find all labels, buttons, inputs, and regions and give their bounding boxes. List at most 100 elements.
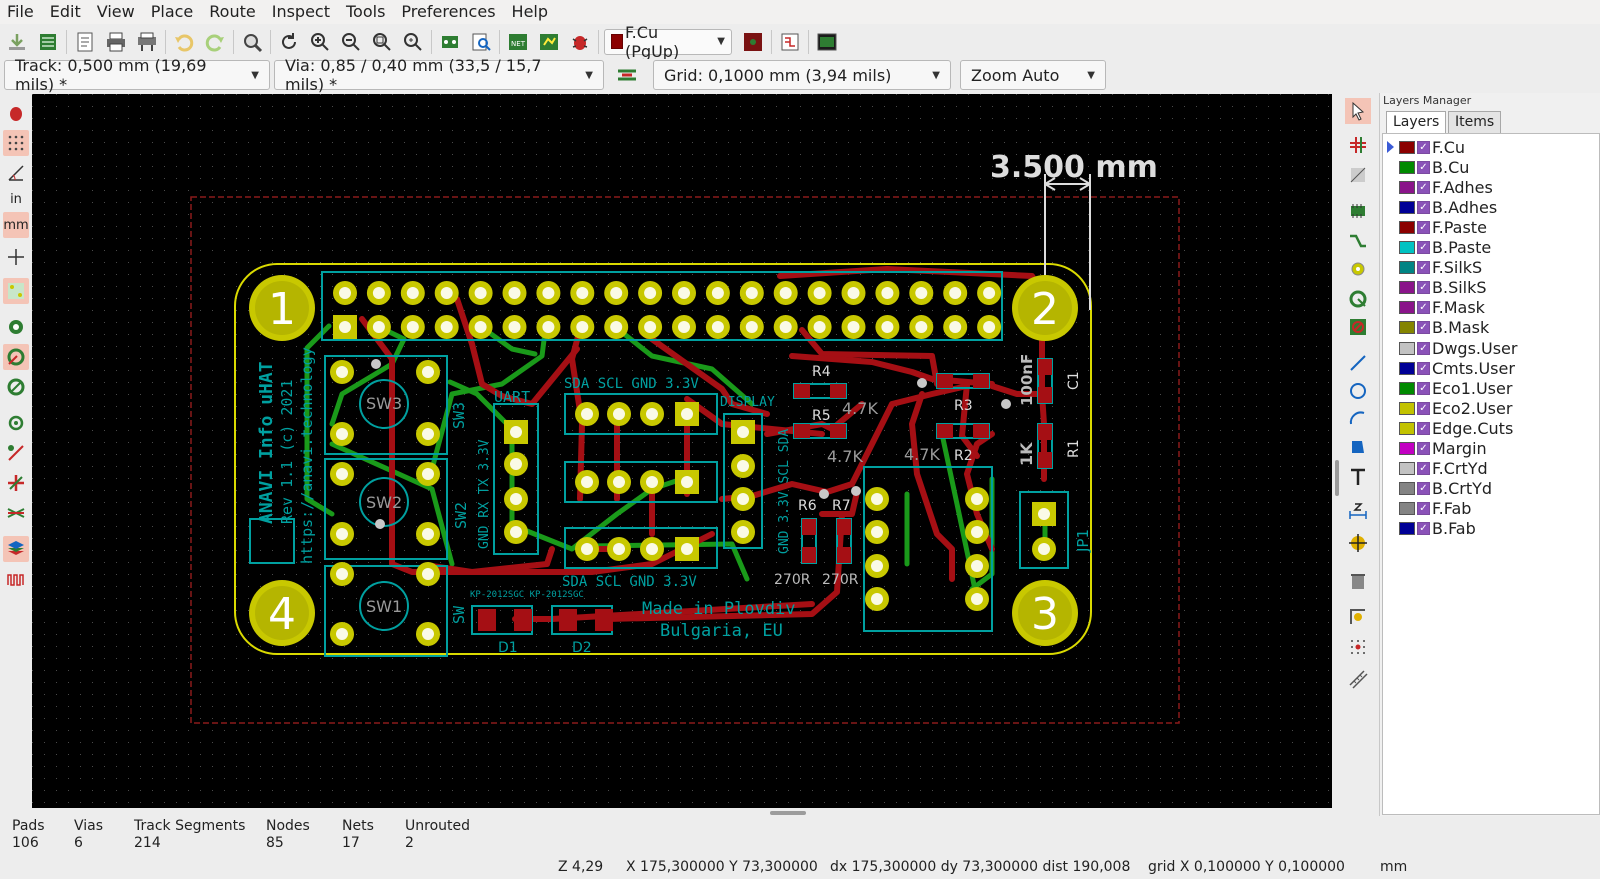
layer-color-swatch[interactable] [1399, 401, 1415, 415]
layer-row[interactable]: ✓ B.Paste [1383, 238, 1491, 258]
menu-edit[interactable]: Edit [43, 0, 90, 24]
menu-view[interactable]: View [90, 0, 144, 24]
menu-route[interactable]: Route [202, 0, 264, 24]
zone-outline-button[interactable] [3, 344, 29, 370]
layer-row[interactable]: ✓ B.Cu [1383, 157, 1469, 177]
print-button[interactable] [103, 29, 129, 55]
grid-select[interactable]: Grid: 0,1000 mm (3,94 mils) ▼ [653, 60, 951, 90]
layer-row[interactable]: ✓ B.Fab [1383, 519, 1476, 539]
layer-visibility-checkbox[interactable]: ✓ [1417, 180, 1430, 194]
zoom-select[interactable]: Zoom Auto ▼ [960, 60, 1106, 90]
layer-color-swatch[interactable] [1399, 442, 1415, 455]
menu-tools[interactable]: Tools [339, 0, 394, 24]
layer-row[interactable]: ✓ B.Mask [1383, 318, 1489, 338]
horizontal-scrollbar-grip[interactable] [770, 811, 806, 815]
add-dimension-button[interactable] [1345, 498, 1371, 524]
layer-visibility-checkbox[interactable]: ✓ [1417, 442, 1430, 455]
layer-visibility-checkbox[interactable]: ✓ [1417, 301, 1430, 315]
layer-row[interactable]: ✓ F.Adhes [1383, 177, 1493, 197]
layer-row[interactable]: ✓ F.CrtYd [1383, 459, 1488, 479]
layer-row[interactable]: ✓ B.CrtYd [1383, 479, 1492, 499]
add-target-button[interactable] [1345, 530, 1371, 556]
footprint-browser-button[interactable] [468, 29, 494, 55]
plot-button[interactable] [134, 29, 160, 55]
layer-color-swatch[interactable] [1399, 140, 1415, 154]
layer-color-swatch[interactable] [1399, 522, 1415, 536]
layer-visibility-checkbox[interactable]: ✓ [1417, 140, 1430, 154]
layer-color-swatch[interactable] [1399, 160, 1415, 174]
show-ratsnest-button[interactable] [3, 278, 29, 304]
add-text-button[interactable] [1345, 464, 1371, 490]
zone-fill-button[interactable] [3, 314, 29, 340]
measure-tool-button[interactable] [1345, 666, 1371, 692]
menu-file[interactable]: File [0, 0, 43, 24]
layer-color-swatch[interactable] [1399, 200, 1415, 214]
layer-color-swatch[interactable] [1399, 361, 1415, 375]
grid-origin-button[interactable] [1345, 634, 1371, 660]
find-button[interactable] [239, 29, 265, 55]
layer-visibility-checkbox[interactable]: ✓ [1417, 160, 1430, 174]
menu-help[interactable]: Help [505, 0, 557, 24]
netlist-button[interactable]: NET [505, 29, 531, 55]
draw-line-button[interactable] [1345, 350, 1371, 376]
highlight-net-button[interactable] [1345, 132, 1371, 158]
zoom-fit-button[interactable] [369, 29, 395, 55]
layer-color-swatch[interactable] [1399, 502, 1415, 516]
zone-ratsnest-button[interactable] [3, 374, 29, 400]
active-layer-select[interactable]: F.Cu (PgUp) ▼ [604, 23, 732, 61]
zoom-selection-button[interactable] [400, 29, 426, 55]
layer-color-swatch[interactable] [1399, 180, 1415, 194]
track-display-button[interactable] [3, 470, 29, 496]
layer-color-swatch[interactable] [1399, 220, 1415, 234]
zoom-in-button[interactable] [307, 29, 333, 55]
auto-track-width-button[interactable] [614, 62, 640, 88]
layer-visibility-checkbox[interactable]: ✓ [1417, 241, 1430, 254]
zoom-out-button[interactable] [338, 29, 364, 55]
local-ratsnest-button[interactable] [1345, 162, 1371, 188]
layers-manager-toggle[interactable] [3, 536, 29, 562]
layer-row[interactable]: ✓ Eco2.User [1383, 398, 1512, 418]
menu-inspect[interactable]: Inspect [265, 0, 339, 24]
select-tool-button[interactable] [1345, 98, 1371, 124]
delete-tool-button[interactable] [1345, 568, 1371, 594]
menu-preferences[interactable]: Preferences [394, 0, 504, 24]
layer-visibility-checkbox[interactable]: ✓ [1417, 361, 1430, 375]
layer-row[interactable]: ✓ F.Paste [1383, 217, 1487, 237]
add-keepout-button[interactable] [1345, 314, 1371, 340]
layer-visibility-checkbox[interactable]: ✓ [1417, 200, 1430, 214]
layer-visibility-checkbox[interactable]: ✓ [1417, 381, 1430, 395]
page-settings-button[interactable] [72, 29, 98, 55]
layer-row[interactable]: ✓ F.Cu [1383, 137, 1465, 157]
inch-units-button[interactable]: in [3, 186, 29, 212]
layer-pair-button[interactable] [740, 29, 766, 55]
layer-color-swatch[interactable] [1399, 381, 1415, 395]
draw-arc-button[interactable] [1345, 406, 1371, 432]
microwave-toolbar-button[interactable] [3, 566, 29, 592]
schematic-button[interactable] [777, 29, 803, 55]
redo-button[interactable] [202, 29, 228, 55]
layer-color-swatch[interactable] [1399, 341, 1415, 355]
undo-button[interactable] [171, 29, 197, 55]
add-zone-button[interactable] [1345, 286, 1371, 312]
via-size-select[interactable]: Via: 0,85 / 0,40 mm (33,5 / 15,7 mils) *… [274, 56, 604, 94]
scripting-console-button[interactable] [814, 29, 840, 55]
layer-visibility-checkbox[interactable]: ✓ [1417, 522, 1430, 536]
menu-place[interactable]: Place [144, 0, 203, 24]
redraw-button[interactable] [276, 29, 302, 55]
layer-row[interactable]: ✓ B.SilkS [1383, 278, 1487, 298]
layer-visibility-checkbox[interactable]: ✓ [1417, 401, 1430, 415]
track-width-select[interactable]: Track: 0,500 mm (19,69 mils) * ▼ [4, 56, 270, 94]
layer-visibility-checkbox[interactable]: ✓ [1417, 421, 1430, 435]
layer-row[interactable]: ✓ F.Mask [1383, 298, 1485, 318]
set-origin-button[interactable] [1345, 604, 1371, 630]
update-pcb-button[interactable] [536, 29, 562, 55]
board-setup-button[interactable] [35, 29, 61, 55]
layer-color-swatch[interactable] [1399, 281, 1415, 295]
layer-visibility-checkbox[interactable]: ✓ [1417, 482, 1430, 496]
layer-row[interactable]: ✓ Dwgs.User [1383, 338, 1517, 358]
layer-color-swatch[interactable] [1399, 462, 1415, 476]
draw-circle-button[interactable] [1345, 378, 1371, 404]
layer-visibility-checkbox[interactable]: ✓ [1417, 281, 1430, 295]
drc-button[interactable] [567, 29, 593, 55]
polar-coords-button[interactable] [3, 160, 29, 186]
